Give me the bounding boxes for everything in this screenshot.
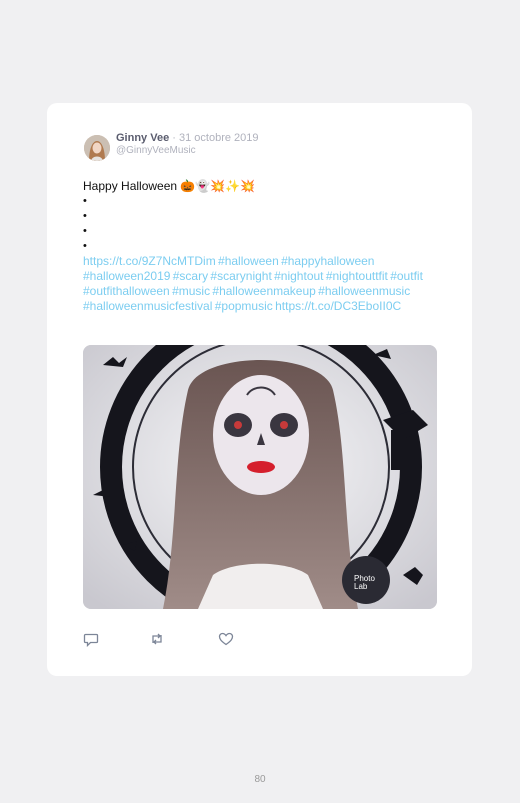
tweet-text: Happy Halloween 🎃👻💥✨💥 https://t.co/9Z7Nc… [83, 179, 443, 314]
retweet-icon[interactable] [149, 631, 165, 647]
tweet-lead-text: Happy Halloween 🎃👻💥✨💥 [83, 179, 256, 193]
tweet-links-hashtags[interactable]: https://t.co/9Z7NcMTDim #halloween #happ… [83, 254, 443, 314]
author-name[interactable]: Ginny Vee [116, 132, 169, 144]
bullet-item [83, 209, 443, 224]
page-number: 80 [254, 774, 266, 785]
meta-separator: · [172, 132, 176, 144]
tweet-date[interactable]: 31 octobre 2019 [179, 132, 259, 144]
bullet-item [83, 239, 443, 254]
bullet-list [83, 194, 443, 254]
reply-icon[interactable] [83, 631, 99, 648]
tweet-photo[interactable]: Photo Lab [83, 345, 437, 609]
halloween-photo-image [83, 345, 437, 609]
author-handle[interactable]: @GinnyVeeMusic [116, 145, 196, 156]
avatar[interactable] [84, 135, 110, 161]
tweet-actions [83, 631, 253, 648]
photo-watermark: Photo Lab [354, 575, 375, 591]
tweet-card: Ginny Vee · 31 octobre 2019 @GinnyVeeMus… [47, 103, 472, 676]
bullet-item [83, 224, 443, 239]
avatar-image [84, 135, 110, 161]
bullet-item [83, 194, 443, 209]
photo-watermark-line2: Lab [354, 582, 368, 591]
author-line: Ginny Vee · 31 octobre 2019 [116, 132, 259, 144]
like-icon[interactable] [218, 631, 234, 647]
